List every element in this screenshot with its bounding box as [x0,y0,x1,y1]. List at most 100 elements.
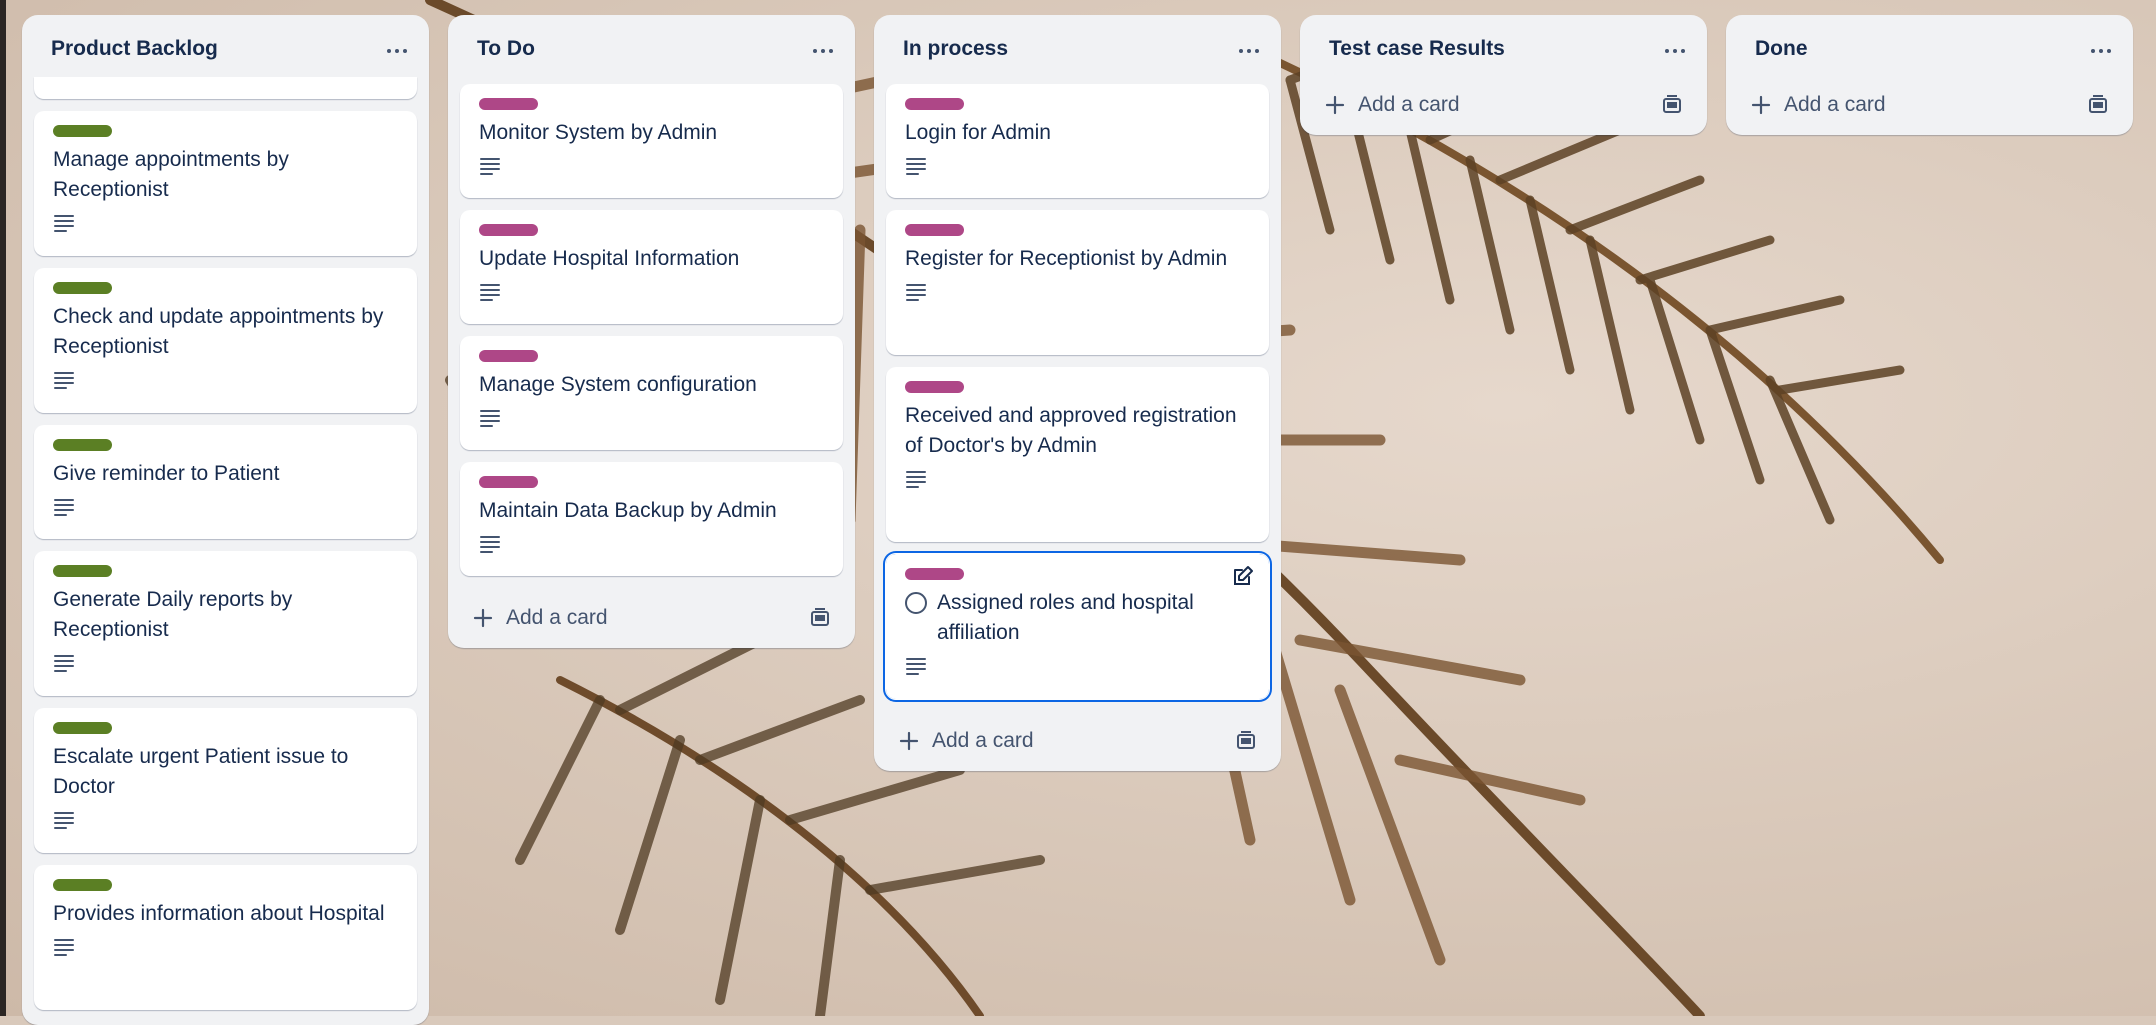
add-card-button[interactable]: Add a card [886,711,1269,771]
card[interactable]: Maintain Data Backup by Admin [460,462,843,576]
add-card-label: Add a card [1358,93,1460,116]
board: Product Backlog Manage appointments by R… [0,0,2156,1025]
card[interactable]: Escalate urgent Patient issue to Doctor [34,708,417,853]
card[interactable]: Update Hospital Information [460,210,843,324]
card-title: Login for Admin [905,121,1051,144]
card-label[interactable] [479,476,538,488]
card-active[interactable]: Assigned roles and hospital affiliation [885,553,1270,700]
card-title: Received and approved registration of Do… [905,404,1237,457]
card-list: Monitor System by Admin Update Hospital … [448,84,855,576]
add-card-button[interactable]: Add a card [1312,75,1695,135]
card-label[interactable] [53,879,112,891]
list-in-process: In process Login for Admin Register for … [874,15,1281,771]
list-menu-button[interactable] [379,33,415,69]
list-product-backlog: Product Backlog Manage appointments by R… [22,15,429,1025]
list-title[interactable]: Done [1755,37,1808,61]
create-from-template-icon[interactable] [2087,94,2109,116]
list-to-do: To Do Monitor System by Admin Update Hos… [448,15,855,648]
card-label[interactable] [479,224,538,236]
card-label[interactable] [53,439,112,451]
plus-icon [899,731,919,751]
card-label[interactable] [53,722,112,734]
list-done: Done Add a card [1726,15,2133,135]
card[interactable]: Generate Daily reports by Receptionist [34,551,417,696]
card-label[interactable] [905,568,964,580]
card-title: Provides information about Hospital [53,902,385,925]
list-menu-button[interactable] [1231,33,1267,69]
card-label[interactable] [905,381,964,393]
description-icon [905,656,927,676]
add-card-label: Add a card [932,729,1034,752]
card[interactable]: Manage appointments by Receptionist [34,111,417,256]
ellipsis-icon [1239,49,1259,53]
card-title: Generate Daily reports by Receptionist [53,588,293,641]
card[interactable]: Provides information about Hospital [34,865,417,1010]
create-from-template-icon[interactable] [1661,94,1683,116]
card-title: Check and update appointments by Recepti… [53,305,384,358]
description-icon [905,469,927,489]
card-label[interactable] [905,224,964,236]
list-test-case-results: Test case Results Add a card [1300,15,1707,135]
card-title: Manage appointments by Receptionist [53,148,289,201]
create-from-template-icon[interactable] [1235,730,1257,752]
description-icon [479,408,501,428]
create-from-template-icon[interactable] [809,607,831,629]
description-icon [905,282,927,302]
description-icon [53,213,75,233]
list-title[interactable]: To Do [477,37,535,61]
add-card-label: Add a card [1784,93,1886,116]
list-menu-button[interactable] [805,33,841,69]
card-list: Login for Admin Register for Receptionis… [874,84,1281,700]
card[interactable]: Manage System configuration [460,336,843,450]
edit-icon[interactable] [1231,564,1255,588]
ellipsis-icon [813,49,833,53]
list-header: Product Backlog [22,15,429,87]
description-icon [479,534,501,554]
plus-icon [1751,95,1771,115]
card-label[interactable] [905,98,964,110]
description-icon [53,937,75,957]
add-card-button[interactable]: Add a card [1738,75,2121,135]
ellipsis-icon [1665,49,1685,53]
description-icon [53,653,75,673]
card-list: Manage appointments by Receptionist Chec… [22,111,429,1010]
card-label[interactable] [53,282,112,294]
list-title[interactable]: Product Backlog [51,37,218,61]
card[interactable]: Monitor System by Admin [460,84,843,198]
plus-icon [1325,95,1345,115]
card-title: Escalate urgent Patient issue to Doctor [53,745,349,798]
plus-icon [473,608,493,628]
card-label[interactable] [479,350,538,362]
description-icon [53,370,75,390]
list-header: To Do [448,15,855,87]
card[interactable]: Give reminder to Patient [34,425,417,539]
list-menu-button[interactable] [2083,33,2119,69]
card-title: Register for Receptionist by Admin [905,247,1228,270]
description-icon [905,156,927,176]
list-title[interactable]: In process [903,37,1008,61]
list-title[interactable]: Test case Results [1329,37,1505,61]
card[interactable]: Login for Admin [886,84,1269,198]
add-card-label: Add a card [506,606,608,629]
card[interactable]: Register for Receptionist by Admin [886,210,1269,355]
description-icon [479,156,501,176]
list-header: In process [874,15,1281,87]
complete-checkbox[interactable] [905,592,927,614]
description-icon [479,282,501,302]
card[interactable]: Check and update appointments by Recepti… [34,268,417,413]
ellipsis-icon [387,49,407,53]
card-title: Manage System configuration [479,373,757,396]
card-title: Update Hospital Information [479,247,740,270]
ellipsis-icon [2091,49,2111,53]
list-menu-button[interactable] [1657,33,1693,69]
description-icon [53,497,75,517]
card-label[interactable] [53,565,112,577]
card-title: Give reminder to Patient [53,462,280,485]
card-title: Assigned roles and hospital affiliation [937,591,1194,644]
card[interactable]: Received and approved registration of Do… [886,367,1269,542]
card-title-row: Assigned roles and hospital affiliation [905,588,1251,648]
card-label[interactable] [53,125,112,137]
card-label[interactable] [479,98,538,110]
add-card-button[interactable]: Add a card [460,588,843,648]
card-title: Maintain Data Backup by Admin [479,499,777,522]
